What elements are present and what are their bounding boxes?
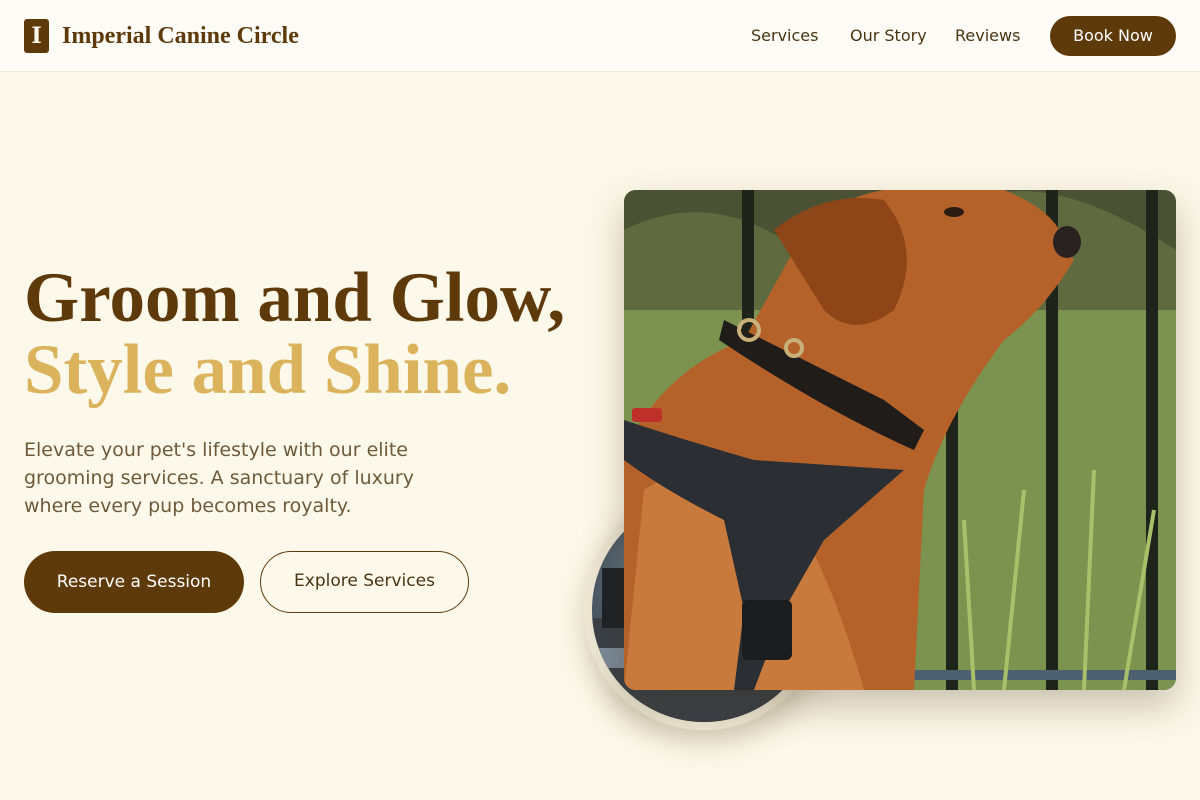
- hero-dog-photo: [624, 190, 1176, 690]
- hero-headline: Groom and Glow, Style and Shine.: [24, 262, 594, 406]
- logo-icon[interactable]: I: [24, 19, 49, 53]
- dog-illustration: [624, 190, 1176, 690]
- hero-description: Elevate your pet's lifestyle with our el…: [24, 439, 414, 517]
- headline-line-1: Groom and Glow,: [24, 259, 566, 337]
- nav-link-services[interactable]: Services: [751, 24, 818, 48]
- explore-services-button[interactable]: Explore Services: [260, 551, 469, 613]
- headline-line-2: Style and Shine.: [24, 331, 512, 409]
- brand-name[interactable]: Imperial Canine Circle: [62, 20, 299, 52]
- nav-link-our-story[interactable]: Our Story: [850, 24, 927, 48]
- nav-link-reviews[interactable]: Reviews: [955, 24, 1020, 48]
- reserve-session-button[interactable]: Reserve a Session: [24, 551, 244, 613]
- book-now-button[interactable]: Book Now: [1050, 16, 1176, 56]
- site-header: I Imperial Canine Circle Services Our St…: [0, 0, 1200, 72]
